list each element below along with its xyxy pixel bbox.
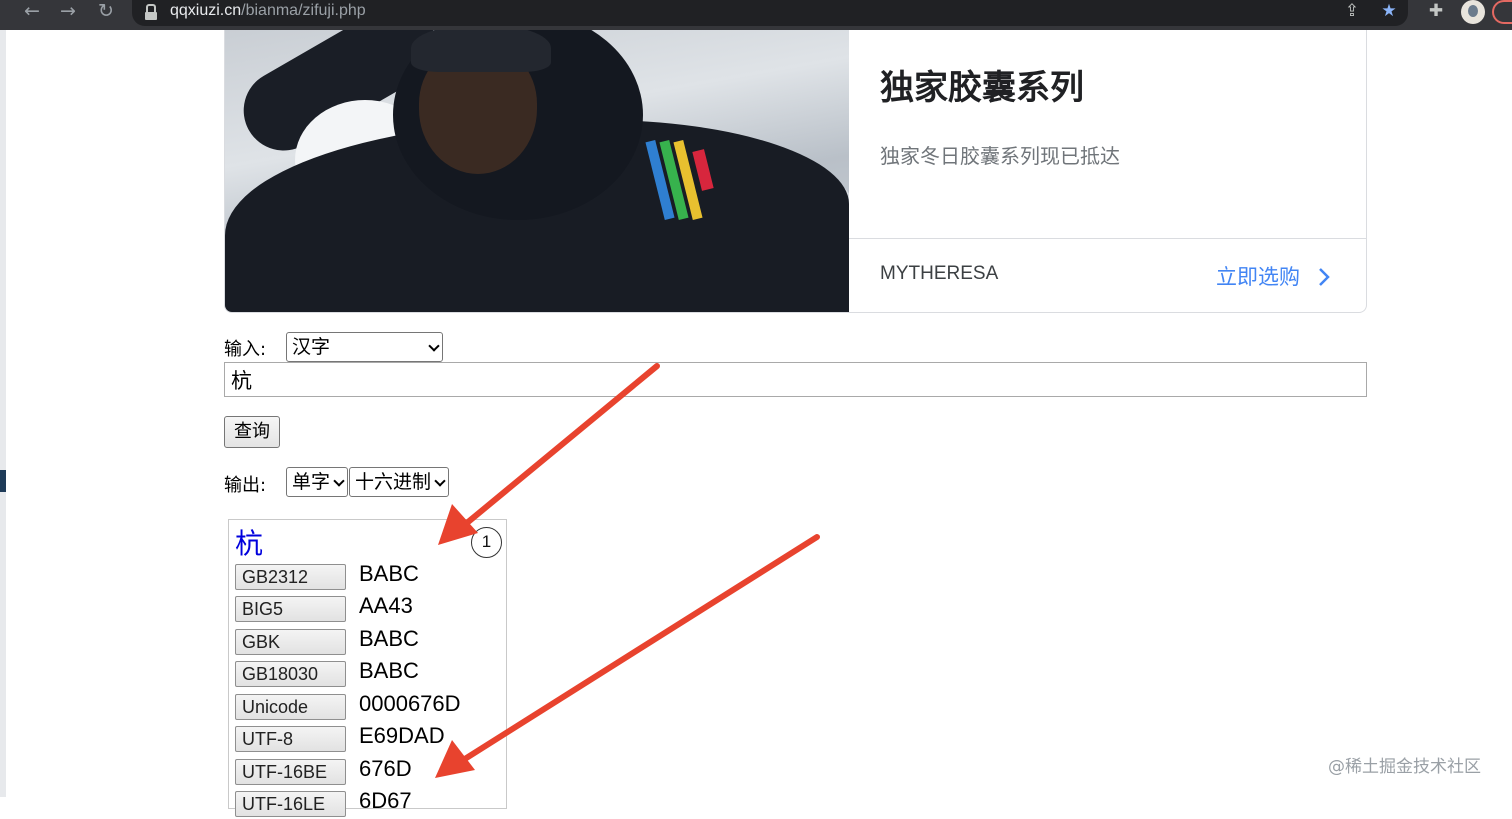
encoding-button-unicode[interactable]: Unicode: [235, 694, 346, 720]
extensions-icon[interactable]: ✚: [1423, 0, 1449, 24]
chevron-down-icon: [434, 475, 446, 487]
annotation-arrow-2-shaft: [457, 534, 820, 765]
address-bar[interactable]: qqxiuzi.cn/bianma/zifuji.php ⇪ ★: [132, 0, 1408, 26]
lock-icon[interactable]: [145, 4, 157, 20]
result-character: 杭: [235, 527, 264, 560]
input-type-value: 汉字: [292, 336, 331, 358]
ad-brand[interactable]: MYTHERESA: [880, 263, 998, 285]
encoding-value: BABC: [359, 626, 419, 651]
left-panel-edge: [0, 30, 6, 797]
input-label: 输入:: [224, 339, 267, 360]
url-text[interactable]: qqxiuzi.cn/bianma/zifuji.php: [170, 2, 366, 20]
back-icon[interactable]: ←: [18, 0, 46, 24]
share-icon[interactable]: ⇪: [1339, 0, 1365, 24]
url-path: /bianma/zifuji.php: [241, 2, 366, 19]
encoding-button-gb2312[interactable]: GB2312: [235, 564, 346, 590]
bookmark-star-icon[interactable]: ★: [1376, 0, 1402, 24]
profile-menu-icon[interactable]: [1492, 0, 1512, 24]
photo-beanie-shape: [411, 30, 551, 72]
encoding-button-big5[interactable]: BIG5: [235, 596, 346, 622]
encoding-value: BABC: [359, 658, 419, 683]
encoding-value: 676D: [359, 756, 412, 781]
watermark: @稀土掘金技术社区: [1328, 757, 1481, 777]
encoding-value: BABC: [359, 561, 419, 586]
chevron-down-icon: [428, 340, 440, 352]
annotation-badge: 1: [471, 527, 502, 558]
forward-icon[interactable]: →: [54, 0, 82, 24]
profile-avatar[interactable]: [1461, 0, 1485, 24]
encoding-button-utf8[interactable]: UTF-8: [235, 726, 346, 752]
encoding-button-utf16be[interactable]: UTF-16BE: [235, 759, 346, 785]
input-type-select[interactable]: 汉字: [286, 332, 443, 362]
character-input[interactable]: 杭: [224, 362, 1367, 397]
encoding-value: 6D67: [359, 788, 412, 813]
encoding-button-utf16le[interactable]: UTF-16LE: [235, 791, 346, 817]
encoding-value: 0000676D: [359, 691, 461, 716]
browser-toolbar: ← → ↻ qqxiuzi.cn/bianma/zifuji.php ⇪ ★ ✚: [0, 0, 1512, 30]
result-panel: 杭 1 GB2312 BABC BIG5 AA43 GBK BABC GB180…: [228, 519, 507, 817]
url-host: qqxiuzi.cn: [170, 2, 242, 19]
encoding-value: AA43: [359, 593, 413, 618]
ad-divider: [849, 238, 1366, 239]
shop-now-link[interactable]: 立即选购: [1216, 261, 1300, 291]
output-format-value: 十六进制: [355, 471, 432, 493]
encoding-value: E69DAD: [359, 723, 445, 748]
edge-marker: [0, 470, 6, 492]
chevron-down-icon: [333, 475, 345, 487]
reload-icon[interactable]: ↻: [92, 0, 120, 24]
output-label: 输出:: [224, 475, 267, 496]
output-mode-select[interactable]: 单字: [286, 467, 348, 497]
query-button[interactable]: 查询: [224, 416, 280, 448]
ad-subtitle: 独家冬日胶囊系列现已抵达: [880, 144, 1120, 168]
ad-photo[interactable]: [225, 30, 849, 312]
encoding-button-gb18030[interactable]: GB18030: [235, 661, 346, 687]
encoding-button-gbk[interactable]: GBK: [235, 629, 346, 655]
output-mode-value: 单字: [292, 471, 331, 493]
output-format-select[interactable]: 十六进制: [349, 467, 449, 497]
ad-title[interactable]: 独家胶囊系列: [880, 60, 1084, 109]
chevron-right-icon[interactable]: [1315, 266, 1333, 288]
ad-card[interactable]: 独家胶囊系列 独家冬日胶囊系列现已抵达 MYTHERESA 立即选购: [224, 30, 1367, 313]
